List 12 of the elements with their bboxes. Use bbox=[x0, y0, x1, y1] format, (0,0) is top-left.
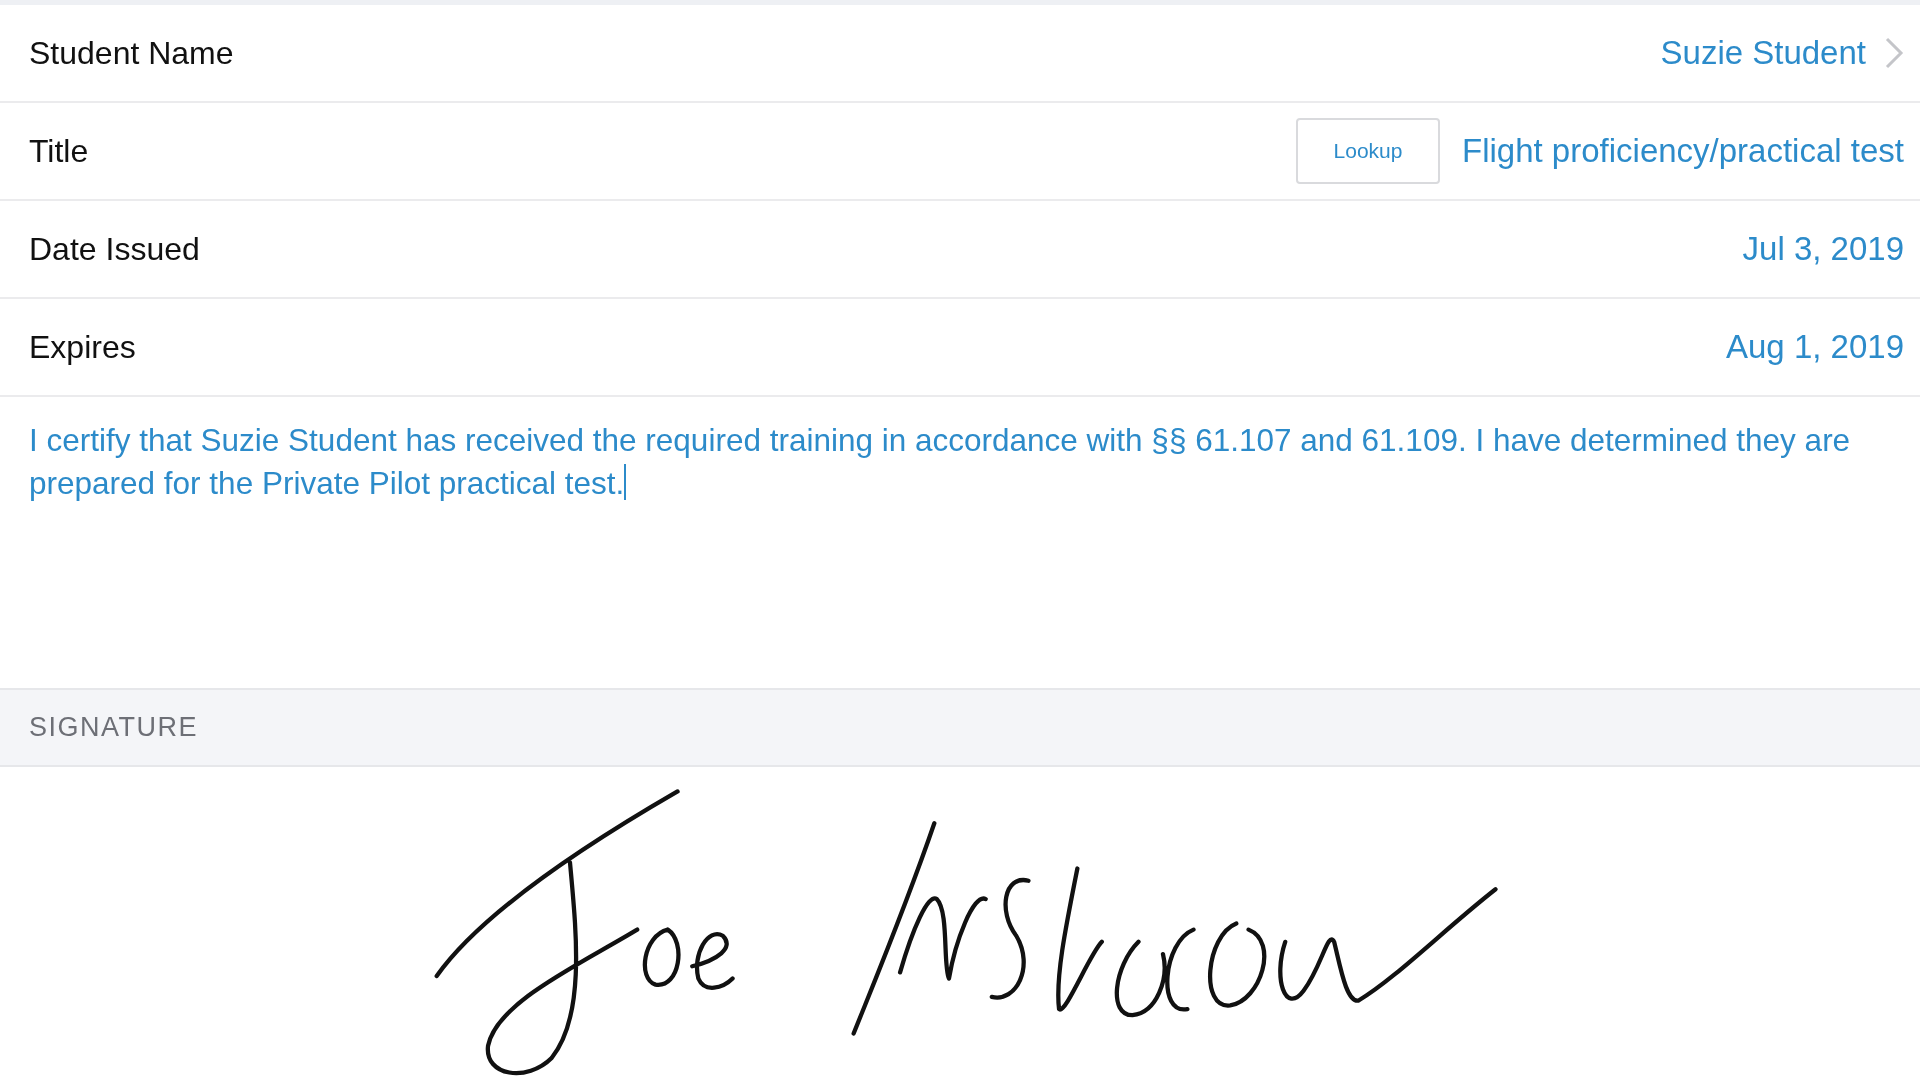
certification-text[interactable]: I certify that Suzie Student has received the required training in accordance with §§ 61.107 and 61.109. I have determined they are prepared for the Private Pilot practical test. bbox=[29, 419, 1880, 505]
field-label: Title bbox=[29, 132, 89, 171]
field-value[interactable]: Flight proficiency/practical test bbox=[1462, 126, 1904, 176]
section-header: SIGNATURE bbox=[29, 711, 198, 745]
chevron-icon bbox=[1884, 36, 1904, 70]
field-value[interactable]: Jul 3, 2019 bbox=[1742, 224, 1904, 274]
field-value[interactable]: Suzie Student bbox=[1660, 28, 1866, 78]
field-label: Date Issued bbox=[29, 230, 200, 269]
lookup-button[interactable]: Lookup bbox=[1296, 118, 1440, 184]
field-value[interactable]: Aug 1, 2019 bbox=[1726, 322, 1904, 372]
field-label: Expires bbox=[29, 328, 136, 367]
field-label: Student Name bbox=[29, 34, 234, 73]
